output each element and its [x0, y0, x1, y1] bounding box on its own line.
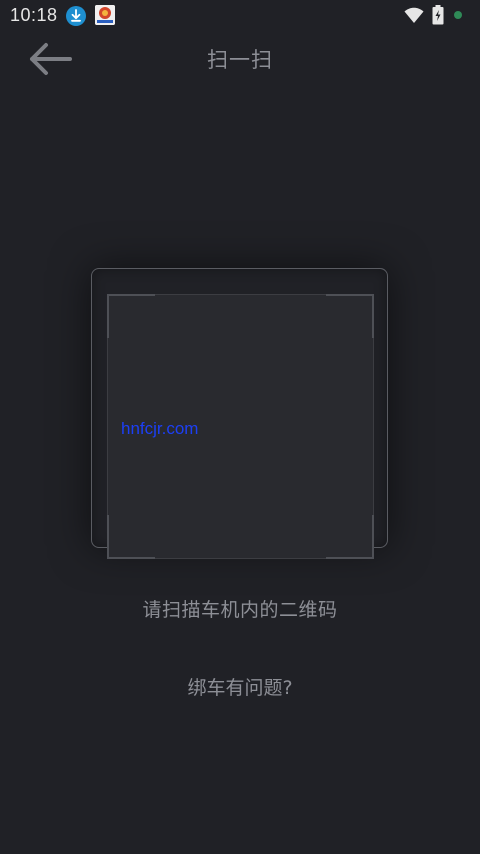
scan-screen: 10:18 扫一扫 hnfcjr.com 请扫描车机内的二维码 绑车有问题?: [0, 0, 480, 854]
page-title: 扫一扫: [207, 48, 273, 72]
scan-hint-text: 请扫描车机内的二维码: [142, 599, 338, 621]
status-time: 10:18: [10, 5, 58, 25]
battery-charging-icon: [432, 5, 444, 25]
app-notification-icon: [95, 5, 115, 25]
status-bar: 10:18: [0, 0, 480, 32]
back-button[interactable]: [22, 38, 78, 82]
wifi-icon: [404, 6, 424, 24]
scan-corner-bottom-left: [107, 515, 155, 559]
binding-problem-link[interactable]: 绑车有问题?: [140, 673, 340, 700]
watermark-text: hnfcjr.com: [121, 419, 199, 438]
download-notification-icon: [66, 6, 86, 26]
scan-corner-top-left: [107, 294, 155, 338]
scan-corner-top-right: [326, 294, 374, 338]
arrow-left-icon: [22, 43, 78, 86]
status-dot: [454, 11, 462, 19]
scan-corner-bottom-right: [326, 515, 374, 559]
